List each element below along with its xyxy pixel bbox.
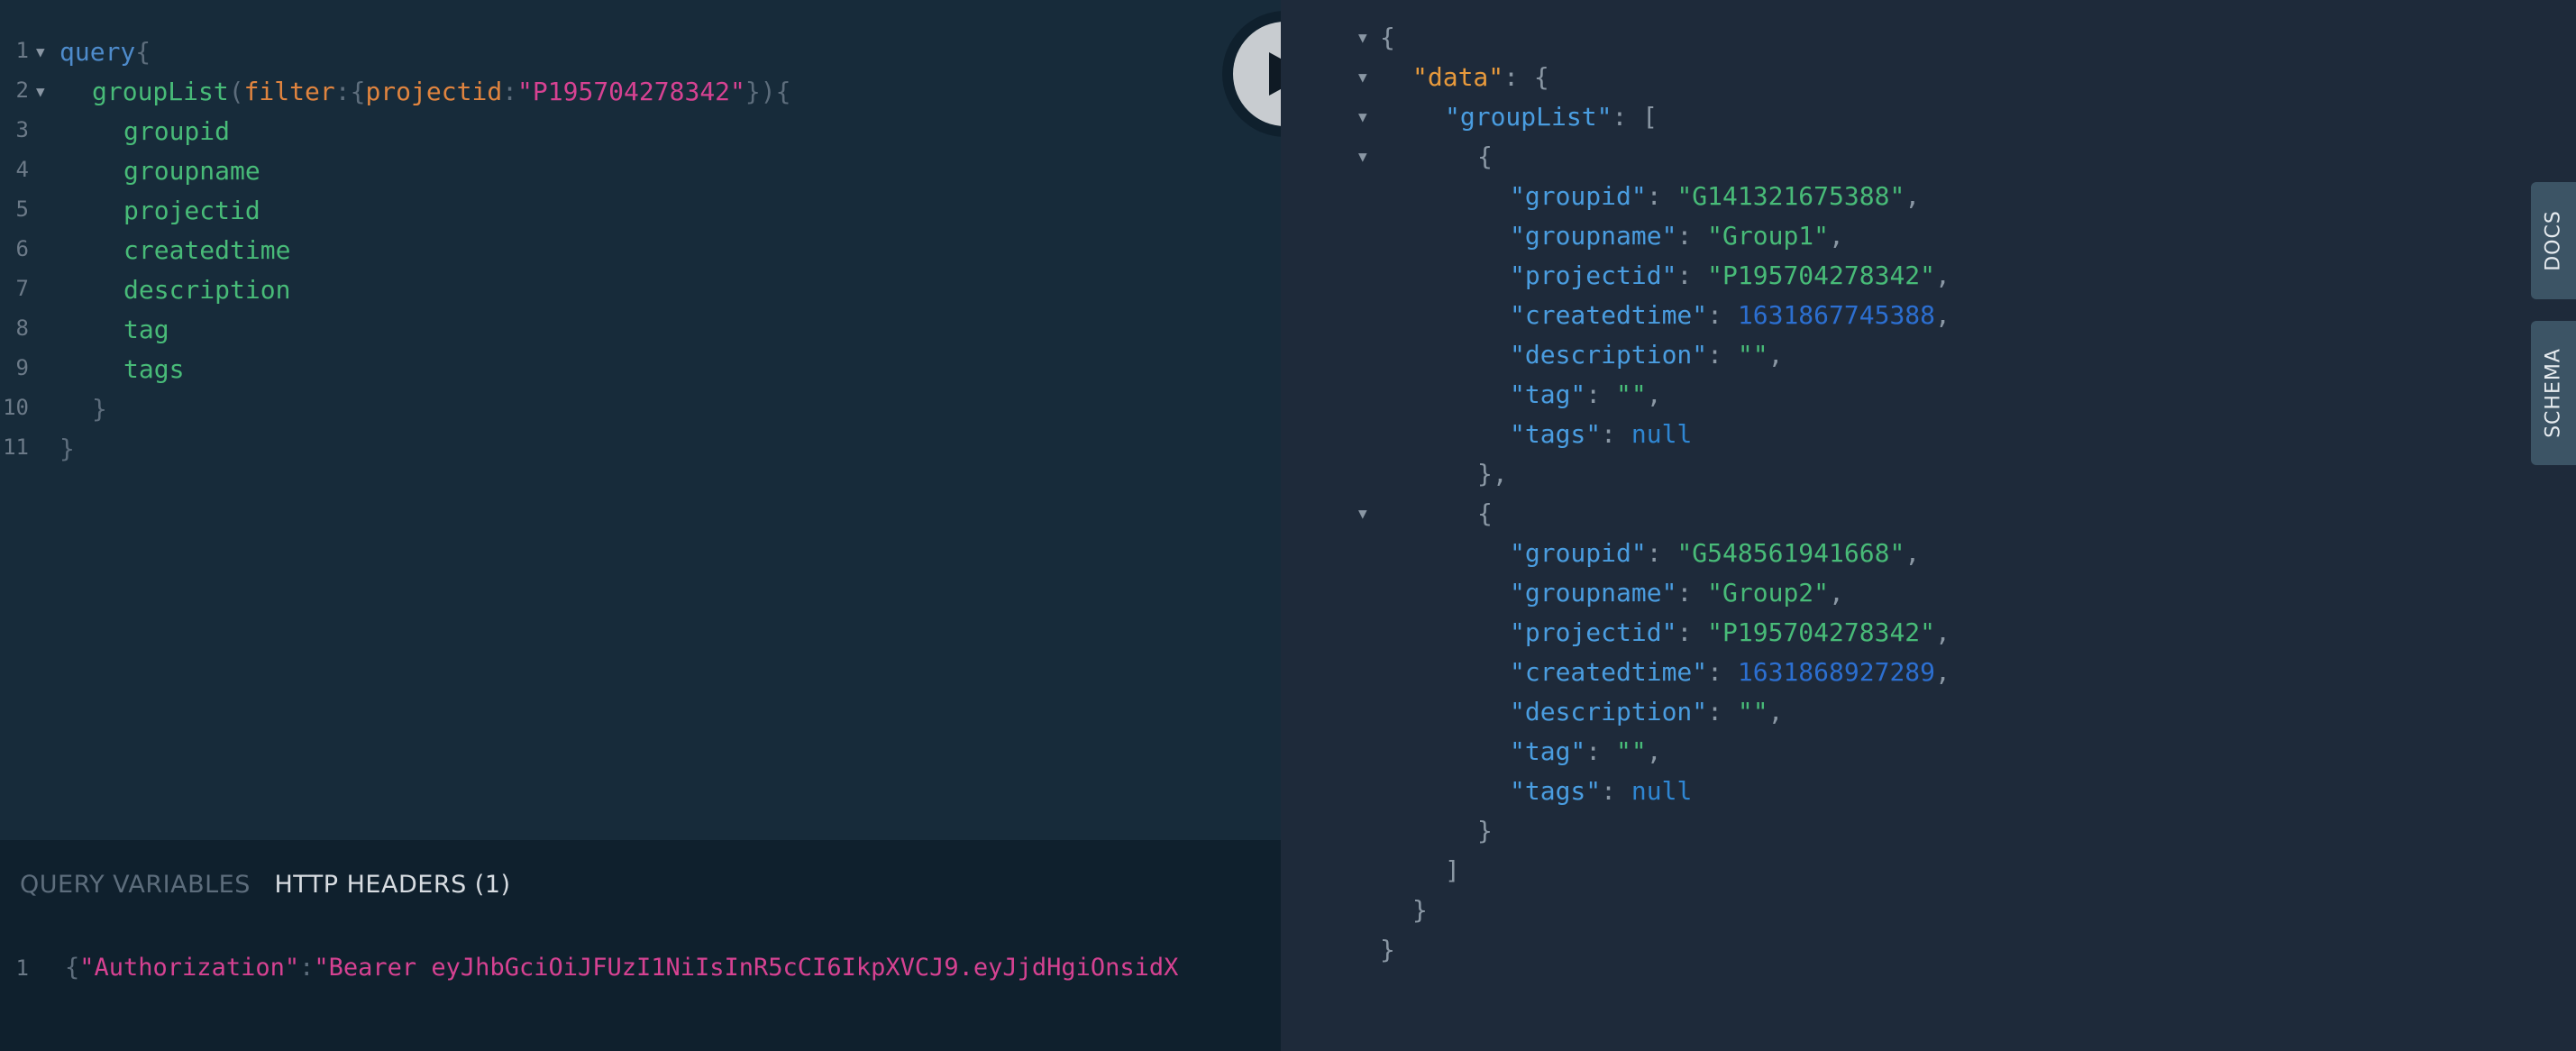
- query-field: tag: [123, 315, 169, 344]
- close-brace: }: [92, 394, 107, 424]
- fold-arrow-icon[interactable]: ▼: [1358, 58, 1367, 97]
- code-line: groupList(filter:{projectid:"P1957042783…: [92, 77, 791, 106]
- query-field: createdtime: [123, 235, 291, 265]
- result-viewer: ▼ ▼ ▼ ▼ ▼ { "data": { "groupList": [ { "…: [1281, 0, 2576, 1051]
- line-number: 1: [15, 955, 29, 981]
- line-number: 4: [15, 157, 29, 182]
- line-number: 1: [15, 38, 29, 63]
- result-row: "groupname": "Group2",: [1510, 578, 1844, 608]
- projectid-argument: projectid: [365, 77, 503, 106]
- code-line: query{: [59, 37, 151, 67]
- result-row: "tags": null: [1510, 419, 1693, 449]
- result-row: "createdtime": 1631868927289,: [1510, 657, 1950, 687]
- result-row: "groupname": "Group1",: [1510, 221, 1844, 251]
- fold-arrow-icon[interactable]: ▼: [1358, 137, 1367, 177]
- line-number: 6: [15, 236, 29, 261]
- headers-key: "Authorization": [79, 954, 300, 982]
- line-number: 7: [15, 276, 29, 301]
- result-row: "tag": "",: [1510, 736, 1662, 766]
- result-row: "projectid": "P195704278342",: [1510, 617, 1950, 647]
- close-brace: }: [59, 434, 75, 463]
- result-row: "groupid": "G548561941668",: [1510, 538, 1921, 568]
- result-row: "groupid": "G141321675388",: [1510, 181, 1921, 211]
- result-row: "description": "",: [1510, 697, 1784, 727]
- grouplist-field: groupList: [92, 77, 229, 106]
- query-field: tags: [123, 354, 185, 384]
- result-row: "tag": "",: [1510, 379, 1662, 409]
- query-field: groupname: [123, 156, 260, 186]
- line-number: 9: [15, 355, 29, 380]
- fold-arrow-icon[interactable]: ▼: [1358, 494, 1367, 534]
- query-keyword: query: [59, 37, 136, 67]
- result-row: "createdtime": 1631867745388,: [1510, 300, 1950, 330]
- schema-tab[interactable]: SCHEMA: [2531, 321, 2576, 465]
- graphql-playground: 1 2 3 4 5 6 7 8 9 10 11 ▼ ▼ query{ group…: [0, 0, 2576, 1051]
- line-number: 3: [15, 117, 29, 142]
- headers-editor[interactable]: 1 {"Authorization":"Bearer eyJhbGciOiJFU…: [0, 948, 1281, 988]
- projectid-value: "P195704278342": [517, 77, 745, 106]
- query-field: groupid: [123, 116, 231, 146]
- result-row: "description": "",: [1510, 340, 1784, 370]
- line-number: 10: [3, 395, 29, 420]
- result-row: "projectid": "P195704278342",: [1510, 260, 1950, 290]
- docs-tab[interactable]: DOCS: [2531, 182, 2576, 299]
- bottom-panel: QUERY VARIABLES HTTP HEADERS (1) 1 {"Aut…: [0, 840, 1281, 1051]
- line-number: 11: [3, 434, 29, 460]
- fold-arrow-icon[interactable]: ▼: [36, 72, 45, 112]
- tab-query-variables[interactable]: QUERY VARIABLES: [20, 867, 251, 903]
- bottom-tabs: QUERY VARIABLES HTTP HEADERS (1): [20, 867, 527, 903]
- filter-argument: filter: [243, 77, 335, 106]
- line-number: 8: [15, 315, 29, 341]
- fold-arrow-icon[interactable]: ▼: [36, 32, 45, 72]
- fold-arrow-icon[interactable]: ▼: [1358, 18, 1367, 58]
- query-editor[interactable]: 1 2 3 4 5 6 7 8 9 10 11 ▼ ▼ query{ group…: [0, 0, 1281, 840]
- tab-http-headers[interactable]: HTTP HEADERS (1): [274, 867, 510, 903]
- line-number: 5: [15, 196, 29, 222]
- data-key: "data": [1412, 62, 1504, 92]
- query-field: description: [123, 275, 291, 305]
- grouplist-key: "groupList": [1445, 102, 1612, 132]
- line-number: 2: [15, 78, 29, 103]
- fold-arrow-icon[interactable]: ▼: [1358, 97, 1367, 137]
- query-field: projectid: [123, 196, 260, 225]
- headers-value: "Bearer eyJhbGciOiJFUzI1NiIsInR5cCI6IkpX…: [314, 954, 1179, 982]
- result-row: "tags": null: [1510, 776, 1693, 806]
